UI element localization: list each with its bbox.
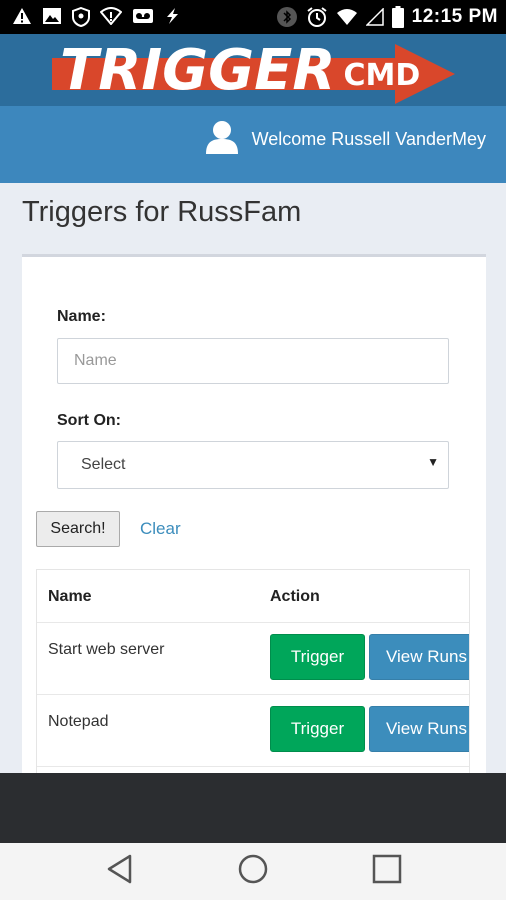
user-menu[interactable]: Welcome Russell VanderMey [205,120,486,159]
page-title: Triggers for RussFam [22,196,302,228]
sort-select[interactable]: Select ▼ [57,441,449,489]
header-name: Name [48,588,92,605]
battery-icon [391,6,404,28]
back-button[interactable] [80,843,160,900]
wifi-icon [336,8,358,26]
trigger-name: Start web server [48,641,165,658]
sort-label: Sort On: [57,412,121,429]
signal-icon [365,8,384,26]
bluetooth-icon [276,6,298,28]
recents-icon [372,854,402,889]
triggercmd-logo[interactable]: TRIGGER CMD [50,38,460,111]
table-divider [37,766,469,767]
table-divider [37,622,469,623]
welcome-text: Welcome Russell VanderMey [251,129,486,149]
sort-select-value: Select [81,456,126,473]
logo-sub-text: CMD [343,58,421,93]
view-runs-button[interactable]: View Runs [369,634,469,680]
alarm-icon [306,6,328,28]
trigger-button[interactable]: Trigger [270,706,365,752]
header-action: Action [270,588,320,605]
image-icon [42,7,62,27]
search-button[interactable]: Search! [36,511,120,547]
shield-icon [72,7,90,27]
status-left-icons [12,7,180,27]
view-runs-button[interactable]: View Runs [369,706,469,752]
logo-text: TRIGGER CMD [60,38,420,103]
logo-main-text: TRIGGER [60,38,336,103]
name-input[interactable] [57,338,449,384]
triggers-card: Name: Sort On: Select ▼ Search! Clear Na… [22,254,486,797]
home-icon [237,853,269,890]
recents-button[interactable] [347,843,427,900]
home-button[interactable] [213,843,293,900]
clear-link[interactable]: Clear [140,519,181,539]
table-divider [37,694,469,695]
user-icon [205,120,238,159]
status-right-icons: 12:15 PM [276,6,498,28]
warning-icon [12,7,32,27]
wifi-alert-icon [100,7,122,27]
app-header: TRIGGER CMD Welcome Russell VanderMey [0,34,506,183]
logo-band: TRIGGER CMD [0,34,506,106]
back-icon [106,854,134,889]
bottom-dark-strip [0,773,506,843]
trigger-button[interactable]: Trigger [270,634,365,680]
chevron-down-icon: ▼ [427,455,439,469]
flash-icon [164,7,180,27]
triggers-table: Name Action Start web server Trigger Vie… [36,569,470,797]
name-label: Name: [57,308,106,325]
voicemail-icon [132,7,154,27]
status-time: 12:15 PM [411,6,498,27]
android-nav-bar [0,843,506,900]
trigger-name: Notepad [48,713,109,730]
status-bar: 12:15 PM [0,0,506,34]
